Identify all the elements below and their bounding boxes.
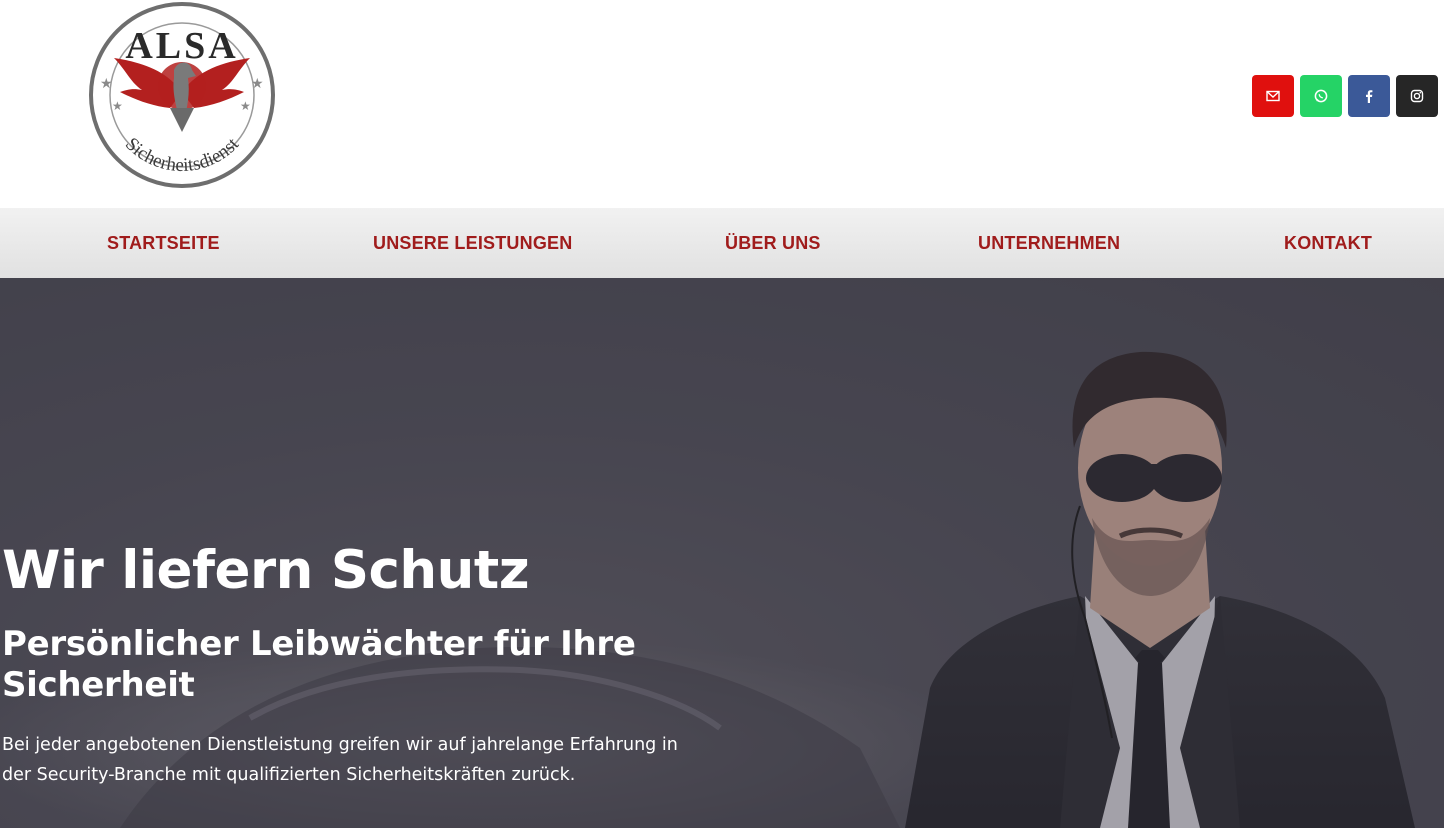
facebook-icon <box>1366 90 1373 103</box>
nav-kontakt[interactable]: KONTAKT <box>1284 233 1372 254</box>
svg-text:★: ★ <box>112 99 123 113</box>
hero-title: Wir liefern Schutz <box>2 540 530 601</box>
logo-top-text: ALSA <box>125 25 238 67</box>
svg-text:★: ★ <box>251 76 264 92</box>
mail-button[interactable] <box>1252 75 1294 117</box>
company-logo[interactable]: ★ ★ ★ ★ ALSA Sicherheitsdienst <box>86 0 278 190</box>
instagram-icon <box>1410 89 1424 103</box>
whatsapp-button[interactable] <box>1300 75 1342 117</box>
nav-unternehmen[interactable]: UNTERNEHMEN <box>978 233 1120 254</box>
main-nav: STARTSEITE UNSERE LEISTUNGEN ÜBER UNS UN… <box>0 208 1444 278</box>
nav-startseite[interactable]: STARTSEITE <box>107 233 220 254</box>
hero-section: Wir liefern Schutz Persönlicher Leibwäch… <box>0 278 1444 828</box>
site-header: ★ ★ ★ ★ ALSA Sicherheitsdienst <box>0 0 1444 208</box>
svg-text:★: ★ <box>240 99 251 113</box>
social-links <box>1252 75 1438 117</box>
mail-icon <box>1266 90 1280 102</box>
nav-ueber-uns[interactable]: ÜBER UNS <box>725 233 821 254</box>
instagram-button[interactable] <box>1396 75 1438 117</box>
hero-subtitle: Persönlicher Leibwächter für Ihre Sicher… <box>2 624 636 705</box>
svg-text:★: ★ <box>100 76 113 92</box>
hero-description: Bei jeder angebotenen Dienstleistung gre… <box>2 735 678 785</box>
whatsapp-icon <box>1314 89 1328 103</box>
facebook-button[interactable] <box>1348 75 1390 117</box>
nav-unsere-leistungen[interactable]: UNSERE LEISTUNGEN <box>373 233 572 254</box>
